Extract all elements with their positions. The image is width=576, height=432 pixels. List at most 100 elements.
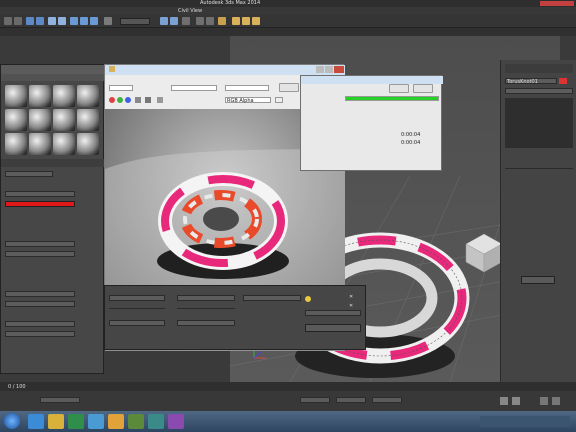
object-name-field[interactable]: TorusKnot01 (505, 78, 557, 85)
explorer-icon[interactable] (48, 414, 64, 429)
mono-icon[interactable] (145, 97, 151, 103)
alpha-channel-icon[interactable] (135, 97, 141, 103)
material-slot[interactable] (5, 133, 27, 155)
z-coordinate-field[interactable] (372, 397, 402, 403)
area-dropdown[interactable] (109, 85, 133, 91)
mirror-icon[interactable] (160, 17, 168, 25)
render-icon[interactable] (252, 17, 260, 25)
lock-icon[interactable] (305, 296, 311, 302)
select-icon[interactable] (48, 17, 56, 25)
undo-icon[interactable] (4, 17, 12, 25)
blue-channel-icon[interactable] (125, 97, 131, 103)
material-slot[interactable] (53, 109, 75, 131)
render-setup-icon[interactable] (232, 17, 240, 25)
refraction-dropdown[interactable] (5, 291, 75, 297)
setting-field[interactable] (109, 295, 165, 301)
material-slot[interactable] (77, 133, 99, 155)
refraction-color[interactable] (5, 301, 75, 307)
app-icon[interactable] (88, 414, 104, 429)
material-slot[interactable] (29, 133, 51, 155)
slider[interactable] (109, 308, 165, 309)
green-channel-icon[interactable] (117, 97, 123, 103)
status-field[interactable] (40, 397, 80, 403)
display-swatch[interactable] (275, 97, 283, 103)
slider[interactable] (177, 308, 235, 309)
close-x-icon[interactable]: ✕ (349, 303, 353, 309)
scale-icon[interactable] (90, 17, 98, 25)
material-editor-toolbar[interactable] (1, 159, 105, 167)
material-editor-menu[interactable] (1, 74, 105, 81)
app-icon[interactable] (128, 414, 144, 429)
close-icon[interactable] (334, 66, 344, 73)
time-slider[interactable]: 0 / 100 (0, 382, 576, 391)
reflection-color[interactable] (5, 251, 75, 257)
close-x-icon[interactable]: ✕ (349, 294, 353, 300)
start-button-icon[interactable] (4, 413, 20, 429)
material-slot[interactable] (5, 85, 27, 107)
selection-set-dropdown[interactable] (120, 18, 150, 25)
material-slot[interactable] (29, 109, 51, 131)
command-panel-tabs[interactable] (505, 64, 573, 73)
apply-button[interactable] (521, 276, 555, 284)
render-button[interactable] (305, 324, 361, 332)
setting-field[interactable] (243, 295, 301, 301)
play-icon[interactable] (500, 397, 508, 405)
preset-select[interactable] (305, 310, 361, 316)
channel-dropdown[interactable]: RGB Alpha (225, 97, 271, 104)
app-icon[interactable] (168, 414, 184, 429)
rotate-icon[interactable] (80, 17, 88, 25)
setting-field[interactable] (177, 295, 235, 301)
preset-dropdown[interactable] (225, 85, 269, 91)
material-name-field[interactable] (5, 171, 53, 177)
material-slot[interactable] (29, 85, 51, 107)
zoom-icon[interactable] (540, 397, 548, 405)
schematic-icon[interactable] (206, 17, 214, 25)
link-icon[interactable] (26, 17, 34, 25)
app-title: Autodesk 3ds Max 2014 (200, 0, 261, 6)
material-slot[interactable] (77, 109, 99, 131)
pan-icon[interactable] (552, 397, 560, 405)
material-slot[interactable] (53, 133, 75, 155)
modifier-list-dropdown[interactable] (505, 88, 573, 94)
modifier-stack[interactable] (505, 98, 573, 148)
diffuse-color-swatch[interactable] (5, 201, 75, 207)
align-icon[interactable] (170, 17, 178, 25)
next-frame-icon[interactable] (512, 397, 520, 405)
snap-icon[interactable] (104, 17, 112, 25)
pause-button[interactable] (389, 84, 409, 93)
sss-dropdown[interactable] (5, 321, 75, 327)
select-by-name-icon[interactable] (58, 17, 66, 25)
rendered-frame-icon[interactable] (242, 17, 250, 25)
layer-icon[interactable] (182, 17, 190, 25)
cancel-button[interactable] (413, 84, 433, 93)
3dsmax-icon[interactable] (148, 414, 164, 429)
y-coordinate-field[interactable] (336, 397, 366, 403)
red-channel-icon[interactable] (109, 97, 115, 103)
maximize-icon[interactable] (325, 66, 333, 73)
render-button[interactable] (279, 83, 299, 92)
material-slot[interactable] (77, 85, 99, 107)
setting-field[interactable] (177, 320, 235, 326)
material-slot[interactable] (5, 109, 27, 131)
material-slot[interactable] (53, 85, 75, 107)
move-icon[interactable] (70, 17, 78, 25)
curve-editor-icon[interactable] (196, 17, 204, 25)
app-icon[interactable] (108, 414, 124, 429)
window-controls[interactable] (540, 1, 574, 6)
redo-icon[interactable] (14, 17, 22, 25)
reflection-dropdown[interactable] (5, 241, 75, 247)
ie-icon[interactable] (28, 414, 44, 429)
x-coordinate-field[interactable] (300, 397, 330, 403)
diffuse-dropdown[interactable] (5, 191, 75, 197)
object-color-swatch[interactable] (559, 78, 567, 84)
unlink-icon[interactable] (36, 17, 44, 25)
minimize-icon[interactable] (316, 66, 324, 73)
material-editor-icon[interactable] (218, 17, 226, 25)
viewport-dropdown[interactable] (171, 85, 217, 91)
menu-item-civil-view[interactable]: Civil View (178, 8, 202, 14)
media-icon[interactable] (68, 414, 84, 429)
system-tray[interactable] (480, 416, 570, 427)
setting-field[interactable] (109, 320, 165, 326)
clear-icon[interactable] (157, 97, 163, 103)
sss-color[interactable] (5, 331, 75, 337)
